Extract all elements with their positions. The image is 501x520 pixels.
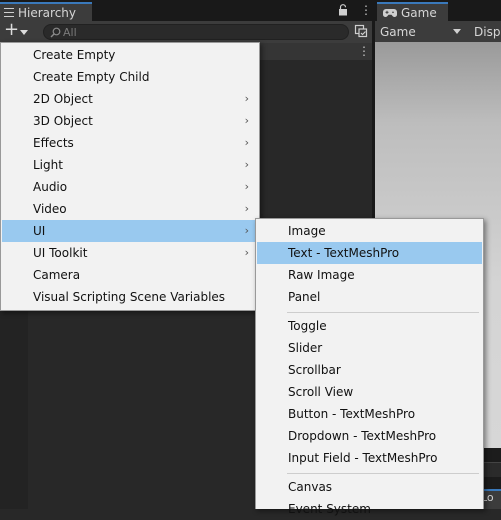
- menu-item-button-textmeshpro[interactable]: Button - TextMeshPro: [257, 403, 482, 425]
- chevron-right-icon: ›: [244, 136, 249, 149]
- list-icon: [4, 8, 14, 17]
- menu-item-text-textmeshpro[interactable]: Text - TextMeshPro: [257, 242, 482, 264]
- menu-item-audio[interactable]: Audio ›: [2, 176, 258, 198]
- menu-item-scrollbar[interactable]: Scrollbar: [257, 359, 482, 381]
- hierarchy-more-icon[interactable]: ⋮: [360, 4, 372, 17]
- menu-separator: [287, 312, 479, 313]
- chevron-right-icon: ›: [244, 92, 249, 105]
- menu-item-slider[interactable]: Slider: [257, 337, 482, 359]
- hierarchy-tab-label: Hierarchy: [18, 5, 77, 20]
- scene-more-icon[interactable]: ⋮: [358, 45, 370, 57]
- menu-item-ui[interactable]: UI ›: [2, 220, 258, 242]
- menu-item-canvas[interactable]: Canvas: [257, 476, 482, 498]
- search-input[interactable]: [63, 24, 333, 40]
- menu-item-panel[interactable]: Panel: [257, 286, 482, 308]
- chevron-right-icon: ›: [244, 202, 249, 215]
- chevron-right-icon: ›: [244, 114, 249, 127]
- menu-item-event-system[interactable]: Event System: [257, 498, 482, 520]
- game-view-dropdown[interactable]: Game: [377, 22, 465, 41]
- game-tab-label: Game: [401, 5, 437, 20]
- chevron-right-icon: ›: [244, 180, 249, 193]
- menu-item-ui-toolkit[interactable]: UI Toolkit ›: [2, 242, 258, 264]
- menu-item-create-empty-child[interactable]: Create Empty Child: [2, 66, 258, 88]
- menu-item-raw-image[interactable]: Raw Image: [257, 264, 482, 286]
- menu-separator: [287, 473, 479, 474]
- menu-item-3d-object[interactable]: 3D Object ›: [2, 110, 258, 132]
- menu-item-dropdown-textmeshpro[interactable]: Dropdown - TextMeshPro: [257, 425, 482, 447]
- search-icon: [50, 27, 61, 38]
- add-object-button[interactable]: +: [2, 19, 32, 41]
- display-dropdown-label: Disp: [474, 24, 501, 39]
- menu-item-effects[interactable]: Effects ›: [2, 132, 258, 154]
- chevron-down-icon: [20, 30, 28, 35]
- lock-icon[interactable]: [338, 4, 348, 16]
- gamepad-icon: [383, 8, 397, 17]
- chevron-right-icon: ›: [244, 246, 249, 259]
- tab-game[interactable]: Game: [377, 2, 448, 21]
- chevron-right-icon: ›: [244, 158, 249, 171]
- menu-item-create-empty[interactable]: Create Empty: [2, 44, 258, 66]
- plus-icon: +: [4, 19, 20, 40]
- menu-item-image[interactable]: Image: [257, 220, 482, 242]
- chevron-right-icon: ›: [244, 224, 249, 237]
- menu-item-light[interactable]: Light ›: [2, 154, 258, 176]
- scene-filter-icon[interactable]: [354, 24, 368, 38]
- display-dropdown[interactable]: Disp: [474, 22, 501, 41]
- game-view-dropdown-label: Game: [380, 24, 416, 39]
- menu-item-visual-scripting-scene-variables[interactable]: Visual Scripting Scene Variables: [2, 286, 258, 308]
- menu-item-toggle[interactable]: Toggle: [257, 315, 482, 337]
- create-context-menu: Create Empty Create Empty Child 2D Objec…: [0, 42, 260, 311]
- chevron-down-icon: [453, 29, 461, 34]
- menu-item-video[interactable]: Video ›: [2, 198, 258, 220]
- menu-item-scroll-view[interactable]: Scroll View: [257, 381, 482, 403]
- menu-item-input-field-textmeshpro[interactable]: Input Field - TextMeshPro: [257, 447, 482, 469]
- menu-item-camera[interactable]: Camera: [2, 264, 258, 286]
- menu-item-2d-object[interactable]: 2D Object ›: [2, 88, 258, 110]
- ui-submenu: Image Text - TextMeshPro Raw Image Panel…: [255, 218, 484, 516]
